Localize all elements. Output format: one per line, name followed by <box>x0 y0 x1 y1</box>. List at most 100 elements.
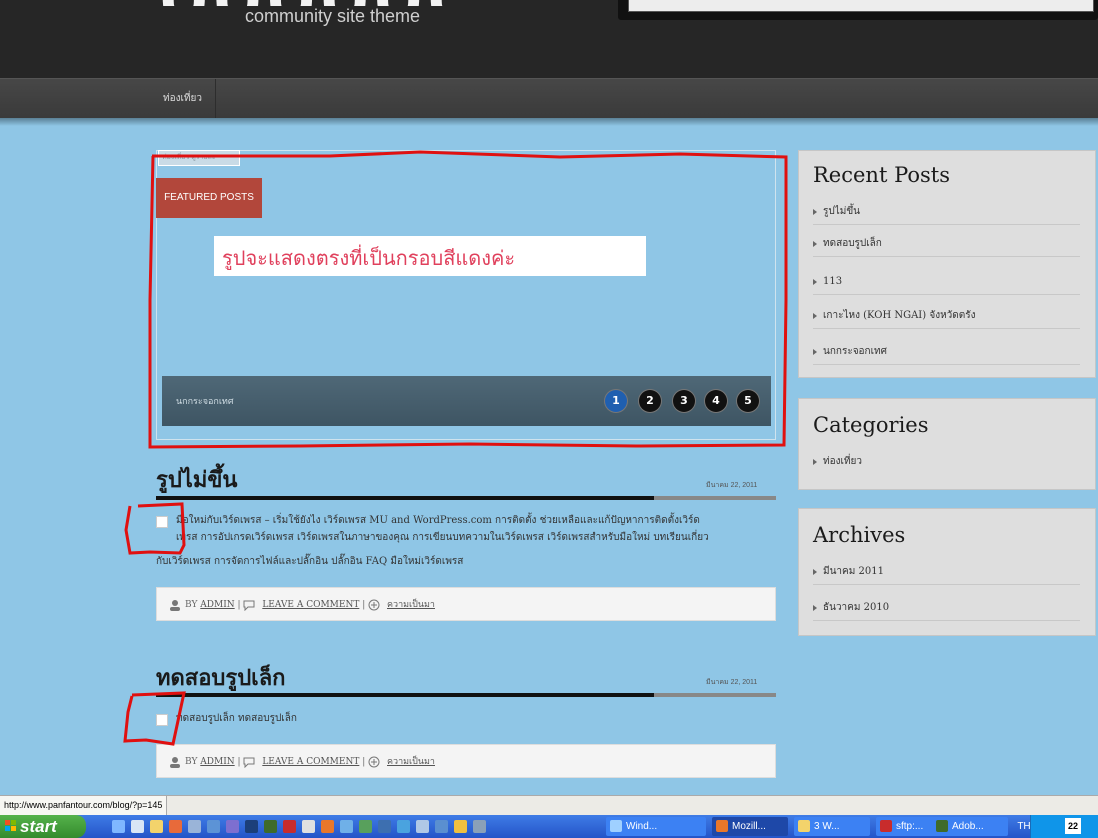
widget-categories: Categories ท่องเที่ยว <box>798 398 1096 490</box>
post-excerpt-1-line-1: มือใหม่กับเวิร์ดเพรส – เริ่มใช้ยังไง เวิ… <box>176 515 700 526</box>
comment-icon <box>243 757 255 768</box>
slider-caption[interactable]: นกกระจอกเทศ <box>176 376 234 426</box>
dreamweaver-icon[interactable] <box>264 820 277 833</box>
windows-taskbar: start Wind... Mozill... 3 W... sftp:... … <box>0 815 1098 838</box>
taskbar-button-explorer[interactable]: 3 W... <box>794 817 870 836</box>
quicklaunch-icon[interactable] <box>359 820 372 833</box>
slider-page-2[interactable]: 2 <box>639 390 661 412</box>
recent-post-item[interactable]: รูปไม่ขึ้น <box>813 199 1080 225</box>
user-icon <box>170 599 180 611</box>
post-category-link[interactable]: ความเป็นมา <box>387 757 435 767</box>
quicklaunch-icon[interactable] <box>169 820 182 833</box>
quicklaunch-icon[interactable] <box>435 820 448 833</box>
quicklaunch-icon[interactable] <box>454 820 467 833</box>
annotation-note-box: รูปจะแสดงตรงที่เป็นกรอบสีแดงค่ะ <box>214 236 646 276</box>
annotation-note-text: รูปจะแสดงตรงที่เป็นกรอบสีแดงค่ะ <box>222 246 516 270</box>
bullet-triangle-icon <box>813 278 817 285</box>
quicklaunch-icon[interactable] <box>340 820 353 833</box>
leave-comment-link[interactable]: LEAVE A COMMENT <box>262 600 359 610</box>
post-category-link[interactable]: ความเป็นมา <box>387 600 435 610</box>
system-tray: 22 <box>1030 815 1098 838</box>
post-title-1[interactable]: รูปไม่ขึ้น <box>156 462 237 497</box>
filezilla-icon[interactable] <box>283 820 296 833</box>
quicklaunch-icon[interactable] <box>302 820 315 833</box>
bullet-triangle-icon <box>813 458 817 465</box>
post-author-link[interactable]: ADMIN <box>200 600 234 610</box>
quicklaunch-icon[interactable] <box>131 820 144 833</box>
post-excerpt-1-line-3: กับเวิร์ดเพรส การจัดการไฟล์และปลั๊กอิน ป… <box>156 556 464 567</box>
comment-icon <box>243 600 255 611</box>
widget-title-categories: Categories <box>813 413 929 437</box>
taskbar-button-mozilla[interactable]: Mozill... <box>712 817 788 836</box>
quicklaunch-icon[interactable] <box>416 820 429 833</box>
post-rule-1 <box>156 496 654 500</box>
firefox-icon[interactable] <box>321 820 334 833</box>
recent-post-item[interactable]: เกาะไหง (KOH NGAI) จังหวัดตรัง <box>813 303 1080 329</box>
start-button[interactable]: start <box>0 815 86 838</box>
search-input[interactable] <box>628 0 1094 12</box>
windows-logo-icon <box>5 820 16 831</box>
post-excerpt-1-line-2: เพรส การอัปเกรดเวิร์ดเพรส เวิร์ดเพรสในภา… <box>176 532 709 543</box>
folder-icon <box>798 820 810 832</box>
ie-icon[interactable] <box>397 820 410 833</box>
post-thumbnail-1[interactable] <box>156 516 168 528</box>
category-icon <box>368 599 380 610</box>
folder-icon[interactable] <box>150 820 163 833</box>
quicklaunch-icon[interactable] <box>207 820 220 833</box>
quicklaunch-icon[interactable] <box>112 820 125 833</box>
post-meta-by: BY <box>185 600 198 610</box>
bullet-triangle-icon <box>813 312 817 319</box>
main-nav: ท่องเที่ยว <box>0 78 1098 119</box>
status-url: http://www.panfantour.com/blog/?p=145 <box>0 796 168 815</box>
post-excerpt-2: ทดสอบรูปเล็ก ทดสอบรูปเล็ก <box>176 713 297 724</box>
recent-post-item[interactable]: 113 <box>813 269 1080 295</box>
archive-item[interactable]: ธันวาคม 2010 <box>813 595 1080 621</box>
featured-posts-label: FEATURED POSTS <box>156 178 262 218</box>
quicklaunch-icon[interactable] <box>226 820 239 833</box>
bullet-triangle-icon <box>813 208 817 215</box>
quicklaunch-icon[interactable] <box>188 820 201 833</box>
archive-item[interactable]: มีนาคม 2011 <box>813 559 1080 585</box>
post-date-1: มีนาคม 22, 2011 <box>706 482 758 489</box>
post-date-2: มีนาคม 22, 2011 <box>706 679 758 686</box>
post-rule-2 <box>156 693 654 697</box>
post-meta-by: BY <box>185 757 198 767</box>
photoshop-icon[interactable] <box>245 820 258 833</box>
featured-mini-tabs[interactable]: ท่องเที่ยว ดูรายละ <box>158 150 240 166</box>
site-tagline: community site theme <box>245 6 421 26</box>
user-icon <box>170 756 180 768</box>
bullet-triangle-icon <box>813 348 817 355</box>
category-icon <box>368 756 380 767</box>
widget-title-recent: Recent Posts <box>813 163 950 187</box>
taskbar-button-windows[interactable]: Wind... <box>606 817 706 836</box>
nav-item-travel[interactable]: ท่องเที่ยว <box>150 79 216 119</box>
browser-status-bar: http://www.panfantour.com/blog/?p=145 <box>0 795 1098 815</box>
post-title-2[interactable]: ทดสอบรูปเล็ก <box>156 660 286 695</box>
post-author-link[interactable]: ADMIN <box>200 757 234 767</box>
slider-page-3[interactable]: 3 <box>673 390 695 412</box>
post-thumbnail-2[interactable] <box>156 714 168 726</box>
bullet-triangle-icon <box>813 604 817 611</box>
header-search-box <box>618 0 1098 20</box>
slider-page-5[interactable]: 5 <box>737 390 759 412</box>
taskbar-button-adobe[interactable]: Adob... <box>932 817 1008 836</box>
quicklaunch-icon[interactable] <box>378 820 391 833</box>
post-meta-2: BY ADMIN | LEAVE A COMMENT | ความเป็นมา <box>156 744 776 778</box>
bullet-triangle-icon <box>813 240 817 247</box>
category-item[interactable]: ท่องเที่ยว <box>813 449 1080 475</box>
slider-page-4[interactable]: 4 <box>705 390 727 412</box>
calendar-icon[interactable]: 22 <box>1065 818 1081 834</box>
window-icon <box>610 820 622 832</box>
dreamweaver-icon <box>936 820 948 832</box>
post-rule-1-end <box>654 496 776 500</box>
leave-comment-link[interactable]: LEAVE A COMMENT <box>262 757 359 767</box>
recent-post-item[interactable]: นกกระจอกเทศ <box>813 339 1080 365</box>
slider-page-1[interactable]: 1 <box>605 390 627 412</box>
recent-post-item[interactable]: ทดสอบรูปเล็ก <box>813 231 1080 257</box>
quicklaunch-icon[interactable] <box>473 820 486 833</box>
site-header: ŌOŌŌŌŌ community site theme <box>0 0 1098 78</box>
bullet-triangle-icon <box>813 568 817 575</box>
nav-shadow <box>0 118 1098 126</box>
post-rule-2-end <box>654 693 776 697</box>
slider-caption-bar: นกกระจอกเทศ 1 2 3 4 5 <box>162 376 771 426</box>
